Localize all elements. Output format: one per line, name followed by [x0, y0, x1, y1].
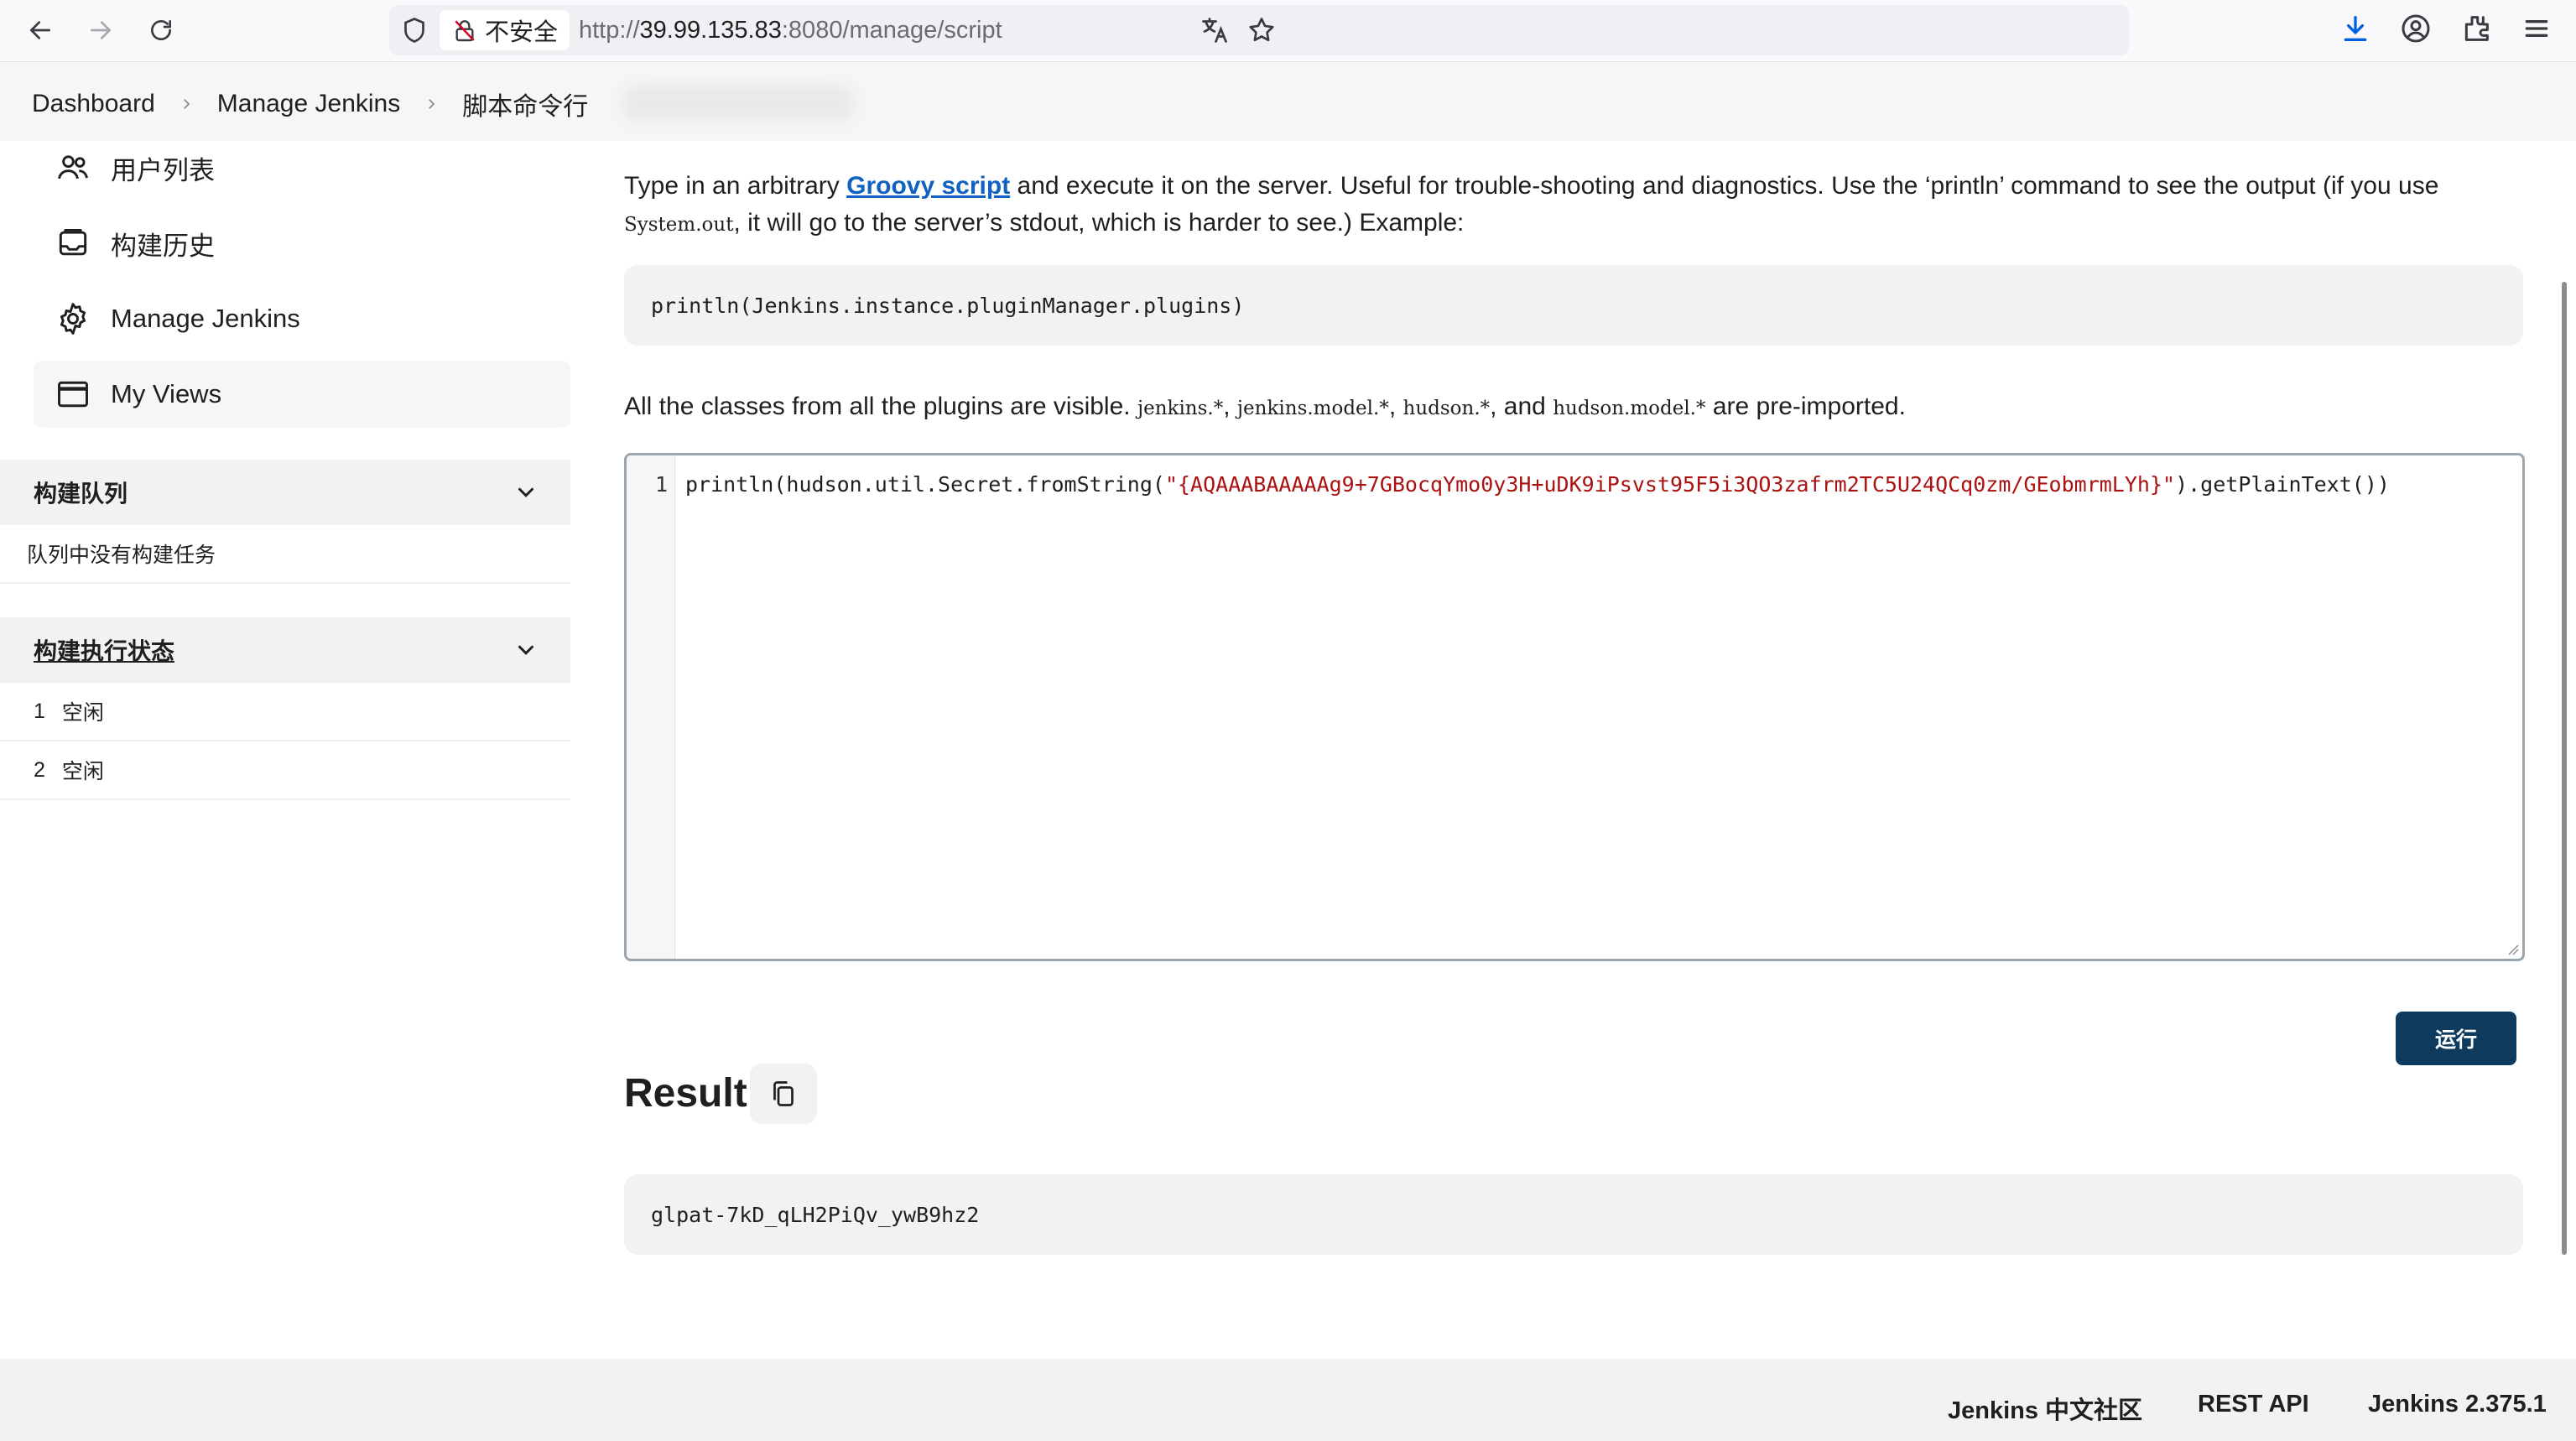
gear-icon: [54, 299, 92, 338]
footer-community-link[interactable]: Jenkins 中文社区: [1948, 1391, 2142, 1426]
package-jenkins: jenkins.*: [1137, 398, 1224, 419]
translate-icon[interactable]: [1200, 15, 1230, 45]
chevron-down-icon[interactable]: [513, 480, 539, 505]
bookmark-star-icon[interactable]: [1246, 15, 1277, 45]
breadcrumb-bar: Dashboard Manage Jenkins 脚本命令行: [0, 62, 2576, 141]
sidebar-item-manage-jenkins[interactable]: Manage Jenkins: [34, 285, 570, 352]
sidebar-item-label: Manage Jenkins: [111, 304, 300, 333]
back-icon[interactable]: [22, 12, 59, 49]
chevron-down-icon[interactable]: [513, 637, 539, 663]
reload-icon[interactable]: [143, 12, 180, 49]
window-icon: [54, 375, 92, 414]
blurred-region: [621, 84, 856, 122]
system-out-code: System.out: [624, 214, 734, 236]
executors-header[interactable]: 构建执行状态: [0, 617, 570, 683]
url-path: :8080/manage/script: [781, 17, 1002, 44]
executor-number: 1: [34, 699, 45, 723]
build-queue-header[interactable]: 构建队列: [0, 460, 570, 525]
insecure-label: 不安全: [485, 19, 559, 46]
chevron-right-icon: [429, 99, 435, 109]
executors-title[interactable]: 构建执行状态: [34, 633, 174, 667]
result-output-block: glpat-7kD_qLH2PiQv_ywB9hz2: [624, 1174, 2523, 1255]
line-number-gutter: 1: [627, 455, 675, 959]
sidebar-item-label: My Views: [111, 379, 222, 408]
note-text: All the classes from all the plugins are…: [624, 393, 1137, 420]
breadcrumb-manage-jenkins[interactable]: Manage Jenkins: [217, 90, 400, 118]
build-queue-title: 构建队列: [34, 481, 128, 507]
sidebar-item-my-views[interactable]: My Views: [34, 361, 570, 428]
chevron-right-icon: [183, 99, 190, 109]
account-icon[interactable]: [2399, 12, 2433, 45]
executor-status: 空闲: [61, 701, 104, 725]
script-code-line[interactable]: println(hudson.util.Secret.fromString("{…: [685, 472, 2390, 497]
menu-icon[interactable]: [2520, 12, 2553, 45]
package-jenkins-model: jenkins.model.*: [1236, 398, 1389, 419]
copy-button[interactable]: [750, 1064, 817, 1124]
intro-text: Type in an arbitrary: [624, 172, 847, 200]
url-text[interactable]: http://39.99.135.83:8080/manage/script: [579, 17, 1002, 44]
result-output: glpat-7kD_qLH2PiQv_ywB9hz2: [651, 1202, 980, 1227]
intro-text: and execute it on the server. Useful for…: [1010, 172, 2439, 200]
forward-icon[interactable]: [82, 12, 119, 49]
url-scheme: http://: [579, 17, 640, 44]
package-hudson: hudson.*: [1402, 398, 1491, 419]
intro-text: , it will go to the server’s stdout, whi…: [733, 209, 1465, 237]
groovy-script-link[interactable]: Groovy script: [846, 172, 1010, 200]
code-text: println(hudson.util.Secret.fromString(: [685, 472, 1165, 497]
script-description: Type in an arbitrary Groovy script and e…: [624, 168, 2528, 243]
pre-imported-note: All the classes from all the plugins are…: [624, 393, 1906, 420]
sidebar-item-label: 构建历史: [111, 231, 215, 261]
browser-toolbar: 不安全 http://39.99.135.83:8080/manage/scri…: [0, 0, 2576, 62]
copy-icon: [773, 1081, 794, 1106]
connection-insecure-badge[interactable]: 不安全: [440, 10, 570, 50]
footer-rest-api-link[interactable]: REST API: [2198, 1391, 2309, 1418]
example-code: println(Jenkins.instance.pluginManager.p…: [651, 293, 1245, 318]
insecure-lock-icon: [455, 20, 475, 42]
build-queue-empty-message: 队列中没有构建任务: [27, 544, 216, 567]
run-button[interactable]: 运行: [2396, 1012, 2516, 1065]
script-editor[interactable]: 1 println(hudson.util.Secret.fromString(…: [624, 453, 2525, 961]
code-text: ).getPlainText()): [2175, 472, 2390, 497]
code-string-literal: "{AQAAABAAAAAg9+7GBocqYmo0y3H+uDK9iPsvst…: [1164, 472, 2176, 497]
url-host: 39.99.135.83: [639, 17, 782, 44]
executor-row: 1 空闲: [0, 683, 570, 741]
build-queue-empty: 队列中没有构建任务: [0, 525, 570, 584]
page-scrollbar-thumb[interactable]: [2562, 282, 2567, 1255]
tracking-shield-icon[interactable]: [399, 15, 429, 45]
sidebar-item-users[interactable]: 用户列表: [34, 134, 570, 201]
breadcrumb-dashboard[interactable]: Dashboard: [32, 90, 155, 118]
download-icon[interactable]: [2339, 12, 2372, 45]
sidebar-item-label: 用户列表: [111, 155, 215, 185]
url-bar[interactable]: 不安全 http://39.99.135.83:8080/manage/scri…: [389, 5, 2129, 55]
executor-row: 2 空闲: [0, 741, 570, 800]
note-text: are pre-imported.: [1705, 393, 1906, 420]
footer-version-link[interactable]: Jenkins 2.375.1: [2368, 1391, 2547, 1418]
page-footer: Jenkins 中文社区 REST API Jenkins 2.375.1: [0, 1359, 2576, 1441]
breadcrumb: Dashboard Manage Jenkins 脚本命令行: [32, 86, 588, 122]
result-heading: Result: [624, 1071, 747, 1116]
executor-number: 2: [34, 757, 45, 782]
example-code-block: println(Jenkins.instance.pluginManager.p…: [624, 265, 2523, 346]
extensions-icon[interactable]: [2459, 12, 2493, 45]
history-icon: [54, 224, 92, 263]
line-number: 1: [654, 472, 668, 497]
executor-status: 空闲: [61, 760, 104, 783]
note-text: , and: [1490, 393, 1553, 420]
users-icon: [54, 148, 92, 187]
sidebar-item-build-history[interactable]: 构建历史: [34, 210, 570, 277]
breadcrumb-script-console[interactable]: 脚本命令行: [462, 86, 588, 122]
package-hudson-model: hudson.model.*: [1553, 398, 1706, 419]
resize-handle-icon[interactable]: [2506, 942, 2519, 955]
